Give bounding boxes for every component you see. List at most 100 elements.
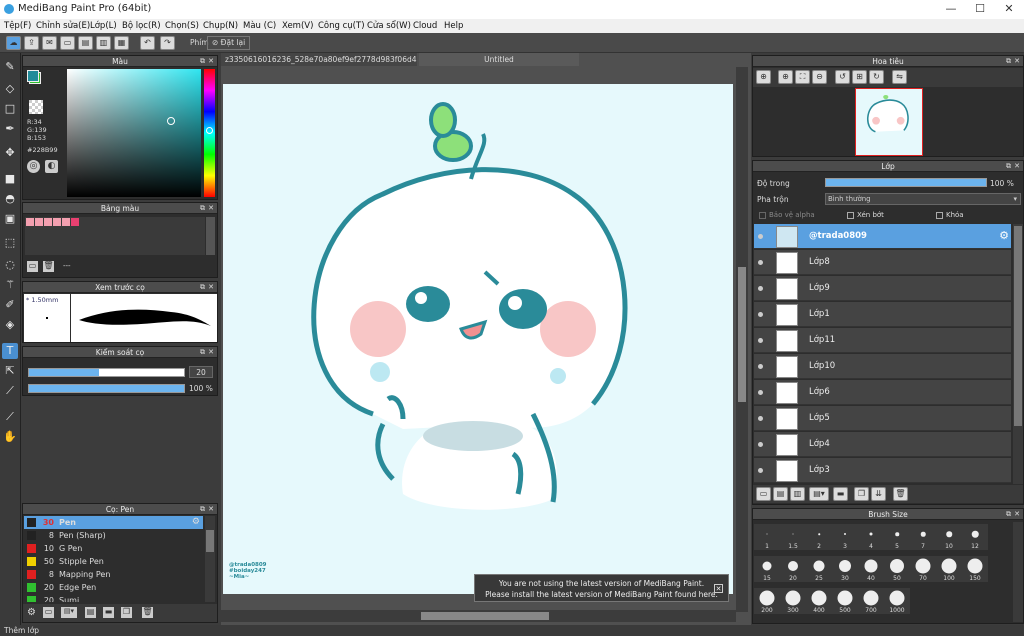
duplicate-layer-icon[interactable]: ❐ <box>854 487 869 501</box>
gear-icon[interactable]: ⚙ <box>999 229 1009 242</box>
brush-size-option[interactable]: 40 <box>858 556 884 582</box>
layer-row[interactable]: Lớp1 <box>754 302 1011 327</box>
navigator-thumbnail[interactable] <box>855 88 923 156</box>
brush-size-scrollbar[interactable] <box>1013 522 1023 622</box>
palette-swatch[interactable] <box>71 218 79 226</box>
clip-box[interactable] <box>847 211 854 219</box>
lasso-icon[interactable]: ◌ <box>2 257 18 273</box>
visibility-icon[interactable] <box>758 286 763 291</box>
protect-alpha-checkbox[interactable]: Bảo vệ alpha <box>759 211 815 219</box>
new-layer-icon[interactable]: ▭ <box>756 487 771 501</box>
brush-size-option[interactable]: 10 <box>936 524 962 550</box>
zoom-in-icon[interactable]: ⊕ <box>778 70 793 84</box>
menu-help[interactable]: Help <box>444 21 463 31</box>
brush-size-option[interactable]: 25 <box>806 556 832 582</box>
foreground-color-swatch[interactable] <box>27 70 39 82</box>
bucket-icon[interactable]: ◓ <box>2 191 18 207</box>
close-icon[interactable]: ✕ <box>1014 56 1020 67</box>
brush-size-option[interactable]: 100 <box>936 556 962 582</box>
menu-color[interactable]: Màu (C) <box>243 21 276 31</box>
visibility-icon[interactable] <box>758 260 763 265</box>
brush-size-option[interactable]: 15 <box>754 556 780 582</box>
visibility-icon[interactable] <box>758 442 763 447</box>
new-halftone-layer-icon[interactable]: ▤ <box>773 487 788 501</box>
eraser-tool-icon[interactable]: ◇ <box>2 81 18 97</box>
horizontal-scrollbar[interactable] <box>221 610 736 622</box>
menu-filter[interactable]: Bộ lọc(R) <box>122 21 161 31</box>
chat-icon[interactable]: ▭ <box>60 36 75 50</box>
hand-tool-icon[interactable]: ✋ <box>2 429 18 445</box>
layer-row[interactable]: Lớp11 <box>754 328 1011 353</box>
brush-size-option[interactable]: 2 <box>806 524 832 550</box>
float-icon[interactable]: ⧉ <box>200 282 205 293</box>
page-icon[interactable]: ▤ <box>78 36 93 50</box>
new-8bit-layer-icon[interactable]: ▥ <box>790 487 805 501</box>
brush-size-value[interactable]: 20 <box>189 366 213 378</box>
horizontal-scroll-thumb[interactable] <box>421 612 549 620</box>
float-icon[interactable]: ⧉ <box>1006 161 1011 172</box>
brush-size-option[interactable]: 30 <box>832 556 858 582</box>
brush-size-option[interactable]: 150 <box>962 556 988 582</box>
redo-icon[interactable]: ↷ <box>160 36 175 50</box>
rotate-right-icon[interactable]: ↻ <box>869 70 884 84</box>
brush-size-option[interactable]: 5 <box>884 524 910 550</box>
delete-layer-icon[interactable]: 🗑 <box>893 487 908 501</box>
close-window-button[interactable]: ✕ <box>1000 2 1018 17</box>
brush-size-option[interactable]: 500 <box>832 588 858 614</box>
cloud-icon[interactable]: ☁ <box>6 36 21 50</box>
layer-row[interactable]: Lớp9 <box>754 276 1011 301</box>
grid-icon[interactable]: ▦ <box>114 36 129 50</box>
add-brush-icon[interactable]: ▭ <box>43 607 54 618</box>
menu-cloud[interactable]: Cloud <box>413 21 437 31</box>
close-icon[interactable]: ✕ <box>208 56 214 67</box>
layer-row[interactable]: Lớp6 <box>754 380 1011 405</box>
visibility-icon[interactable] <box>758 338 763 343</box>
palette-swatch[interactable] <box>53 218 61 226</box>
menu-edit[interactable]: Chỉnh sửa(E) <box>36 21 90 31</box>
brush-file-icon[interactable]: ▤ <box>85 607 96 618</box>
menu-window[interactable]: Cửa sổ(W) <box>367 21 411 31</box>
close-icon[interactable]: ✕ <box>208 282 214 293</box>
float-icon[interactable]: ⧉ <box>200 347 205 358</box>
minimize-button[interactable]: — <box>942 2 960 17</box>
layer-row[interactable]: Lớp10 <box>754 354 1011 379</box>
comment-icon[interactable]: ✉ <box>42 36 57 50</box>
transparent-swatch[interactable] <box>29 100 43 114</box>
brush-list-item[interactable]: 10 G Pen <box>24 542 203 555</box>
undo-icon[interactable]: ↶ <box>140 36 155 50</box>
delete-icon[interactable]: 🗑 <box>142 607 153 618</box>
visibility-icon[interactable] <box>758 312 763 317</box>
brush-list-item[interactable]: 20 Sumi <box>24 594 203 602</box>
brush-size-option[interactable]: 400 <box>806 588 832 614</box>
palette-swatch[interactable] <box>35 218 43 226</box>
brush-size-option[interactable]: 50 <box>884 556 910 582</box>
layer-row[interactable]: Lớp3 <box>754 458 1011 483</box>
menu-layer[interactable]: Lớp(L) <box>90 21 117 31</box>
eyedropper-icon[interactable]: ⟋ <box>2 383 18 399</box>
brush-list-item[interactable]: 30 Pen ⚙ <box>24 516 203 529</box>
brush-list-item[interactable]: 8 Mapping Pen <box>24 568 203 581</box>
brush-size-option[interactable]: 3 <box>832 524 858 550</box>
float-icon[interactable]: ⧉ <box>200 56 205 67</box>
fit-window-icon[interactable]: ⊞ <box>852 70 867 84</box>
layer-menu-icon[interactable]: ▤▾ <box>809 487 829 501</box>
brush-menu-icon[interactable]: ▤▾ <box>61 607 77 618</box>
close-icon[interactable]: ✕ <box>1014 161 1020 172</box>
palette-swatch[interactable] <box>62 218 70 226</box>
visibility-icon[interactable] <box>758 234 763 239</box>
copy-icon[interactable]: ❐ <box>121 607 132 618</box>
float-icon[interactable]: ⧉ <box>1006 509 1011 520</box>
merge-layer-icon[interactable]: ⇊ <box>871 487 886 501</box>
rotate-left-icon[interactable]: ↺ <box>835 70 850 84</box>
brush-list-item[interactable]: 50 Stipple Pen <box>24 555 203 568</box>
lock-box[interactable] <box>936 211 943 219</box>
gradient-icon[interactable]: ▣ <box>2 211 18 227</box>
scroll-thumb[interactable] <box>206 530 214 552</box>
tab-image-file[interactable]: z3350616016236_528e70a80ef9ef2778d983f06… <box>221 53 417 66</box>
visibility-icon[interactable] <box>758 364 763 369</box>
zoom-in-icon[interactable]: ⊕ <box>756 70 771 84</box>
upload-icon[interactable]: ⇪ <box>24 36 39 50</box>
brush-list-item[interactable]: 8 Pen (Sharp) <box>24 529 203 542</box>
visibility-icon[interactable] <box>758 468 763 473</box>
palette-swatch[interactable] <box>26 218 34 226</box>
